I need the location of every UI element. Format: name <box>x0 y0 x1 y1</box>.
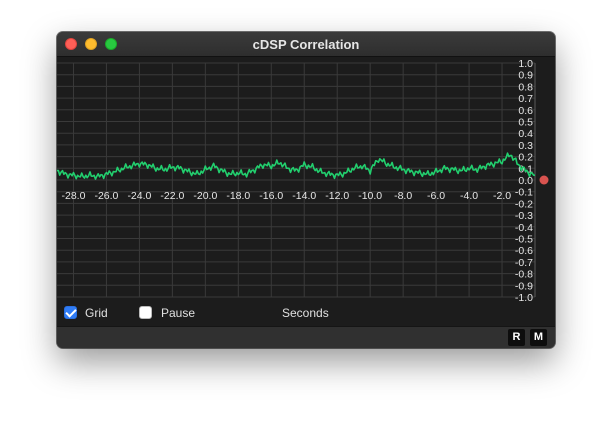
y-tick-label: -0.5 <box>515 234 533 246</box>
x-tick-label: -16.0 <box>259 190 283 202</box>
y-tick-label: -0.9 <box>515 280 533 292</box>
pause-checkbox[interactable] <box>139 306 152 319</box>
correlation-window: cDSP Correlation -28.0 -26.0 -24.0 -22.0 -20… <box>57 32 555 348</box>
y-tick-label: -0.1 <box>515 187 533 199</box>
y-tick-label: 0.8 <box>518 81 533 93</box>
x-tick-label: -8.0 <box>394 190 412 202</box>
x-tick-label: -20.0 <box>193 190 217 202</box>
current-value-indicator <box>539 175 549 185</box>
y-tick-label: 0.9 <box>518 70 533 82</box>
y-tick-labels: 1.00.90.80.70.60.50.40.30.20.10.0-0.1-0.… <box>515 58 533 304</box>
title-bar[interactable]: cDSP Correlation <box>57 32 555 57</box>
x-tick-label: -10.0 <box>358 190 382 202</box>
y-tick-label: 0.5 <box>518 117 533 129</box>
grid-checkbox[interactable] <box>64 306 77 319</box>
x-tick-label: -14.0 <box>292 190 316 202</box>
x-tick-label: -22.0 <box>160 190 184 202</box>
correlation-plot: -28.0 -26.0 -24.0 -22.0 -20.0 -18.0 -16.0 -14.0… <box>57 57 555 305</box>
x-tick-label: -24.0 <box>127 190 151 202</box>
r-button[interactable]: R <box>508 329 525 346</box>
control-row: Grid Pause Seconds <box>57 304 555 324</box>
grid-lines <box>57 62 536 298</box>
y-tick-label: 1.0 <box>518 58 533 70</box>
y-tick-label: 0.4 <box>518 128 533 140</box>
bottom-toolbar: R M <box>57 326 555 348</box>
y-tick-label: -0.7 <box>515 257 533 269</box>
m-button[interactable]: M <box>530 329 547 346</box>
y-tick-label: 0.0 <box>518 175 533 187</box>
x-tick-label: -28.0 <box>62 190 86 202</box>
y-tick-label: -1.0 <box>515 292 533 304</box>
y-tick-label: -0.4 <box>515 222 533 234</box>
y-tick-label: -0.2 <box>515 198 533 210</box>
y-tick-label: -0.8 <box>515 269 533 281</box>
y-tick-label: -0.6 <box>515 245 533 257</box>
x-tick-label: -12.0 <box>325 190 349 202</box>
x-tick-label: -6.0 <box>427 190 445 202</box>
y-tick-label: 0.7 <box>518 93 533 105</box>
y-tick-label: 0.3 <box>518 140 533 152</box>
x-tick-label: -2.0 <box>493 190 511 202</box>
grid-label: Grid <box>85 306 108 320</box>
x-tick-label: -18.0 <box>226 190 250 202</box>
window-title: cDSP Correlation <box>252 37 360 52</box>
x-tick-label: -26.0 <box>94 190 118 202</box>
x-tick-label: -4.0 <box>460 190 478 202</box>
y-tick-label: 0.2 <box>518 152 533 164</box>
y-tick-label: 0.6 <box>518 105 533 117</box>
y-tick-label: -0.3 <box>515 210 533 222</box>
correlation-chart: -28.0 -26.0 -24.0 -22.0 -20.0 -18.0 -16.0 -14.0… <box>57 58 549 304</box>
pause-label: Pause <box>161 306 196 320</box>
axis-unit-label: Seconds <box>282 306 329 320</box>
